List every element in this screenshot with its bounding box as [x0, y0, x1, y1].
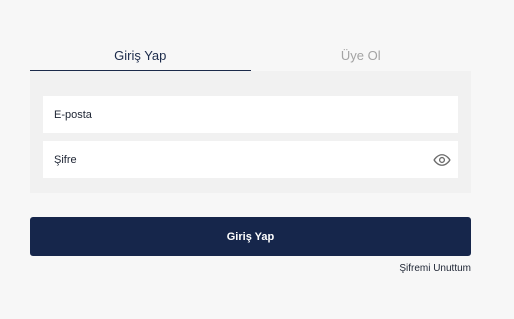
auth-tabs: Giriş Yap Üye Ol	[30, 40, 471, 72]
email-placeholder: E-posta	[54, 108, 92, 121]
password-field[interactable]: Şifre	[43, 141, 458, 178]
forgot-password-link[interactable]: Şifremi Unuttum	[399, 263, 471, 274]
tab-login[interactable]: Giriş Yap	[30, 40, 251, 72]
email-field[interactable]: E-posta	[43, 96, 458, 133]
tab-register[interactable]: Üye Ol	[251, 40, 472, 71]
login-button[interactable]: Giriş Yap	[30, 217, 471, 256]
password-placeholder: Şifre	[54, 153, 77, 166]
eye-icon[interactable]	[433, 151, 451, 169]
